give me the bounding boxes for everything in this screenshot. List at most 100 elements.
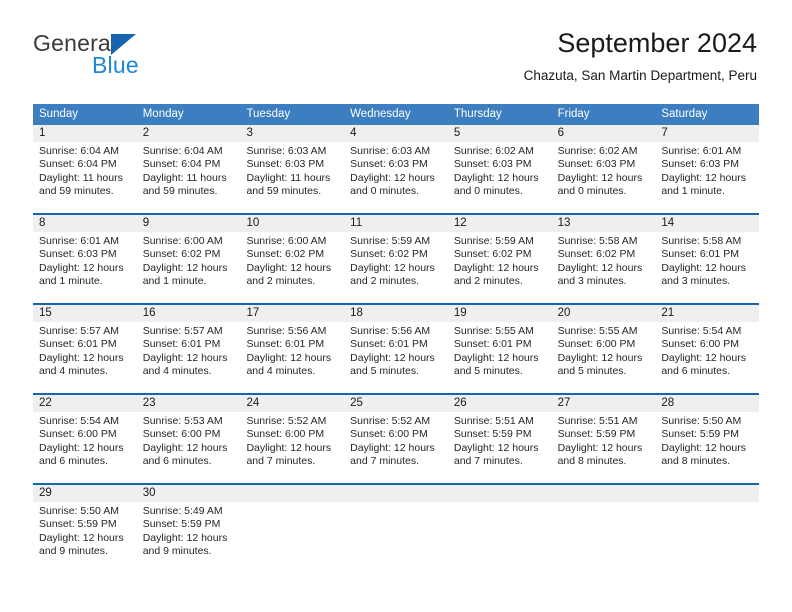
daylight-text-line1: Daylight: 12 hours — [142, 441, 228, 454]
daylight-text-line1: Daylight: 12 hours — [557, 261, 643, 274]
daylight-text-line1: Daylight: 12 hours — [453, 351, 539, 364]
day-info: Sunrise: 5:56 AM Sunset: 6:01 PM Dayligh… — [344, 322, 448, 378]
week-row: 29 Sunrise: 5:50 AM Sunset: 5:59 PM Dayl… — [33, 483, 760, 573]
daylight-text-line2: and 6 minutes. — [661, 364, 731, 377]
sunset-text: Sunset: 5:59 PM — [453, 428, 532, 441]
day-cell[interactable]: 17 Sunrise: 5:56 AM Sunset: 6:01 PM Dayl… — [240, 305, 345, 393]
daylight-text-line2: and 59 minutes. — [142, 184, 218, 197]
day-number — [240, 485, 345, 502]
sunrise-text: Sunrise: 5:52 AM — [350, 415, 431, 427]
sunrise-text: Sunrise: 5:53 AM — [142, 415, 223, 427]
day-info: Sunrise: 5:56 AM Sunset: 6:01 PM Dayligh… — [240, 322, 344, 378]
day-cell[interactable]: 9 Sunrise: 6:00 AM Sunset: 6:02 PM Dayli… — [136, 215, 241, 303]
day-cell[interactable]: 19 Sunrise: 5:55 AM Sunset: 6:01 PM Dayl… — [447, 305, 552, 393]
daylight-text-line1: Daylight: 12 hours — [661, 261, 746, 274]
daylight-text-line2: and 59 minutes. — [246, 184, 322, 197]
day-cell[interactable]: 1 Sunrise: 6:04 AM Sunset: 6:04 PM Dayli… — [33, 125, 137, 213]
daylight-text-line2: and 9 minutes. — [142, 544, 212, 557]
day-cell[interactable]: 23 Sunrise: 5:53 AM Sunset: 6:00 PM Dayl… — [136, 395, 241, 483]
day-number: 21 — [655, 305, 760, 322]
daylight-text-line2: and 7 minutes. — [246, 454, 316, 467]
daylight-text-line2: and 2 minutes. — [246, 274, 316, 287]
day-cell[interactable]: 24 Sunrise: 5:52 AM Sunset: 6:00 PM Dayl… — [240, 395, 345, 483]
day-cell[interactable]: 10 Sunrise: 6:00 AM Sunset: 6:02 PM Dayl… — [240, 215, 345, 303]
day-cell[interactable]: 18 Sunrise: 5:56 AM Sunset: 6:01 PM Dayl… — [344, 305, 448, 393]
day-cell-empty — [551, 485, 656, 573]
daylight-text-line1: Daylight: 12 hours — [557, 171, 643, 184]
day-number: 3 — [240, 125, 345, 142]
day-number: 17 — [240, 305, 345, 322]
daylight-text-line2: and 1 minute. — [142, 274, 207, 287]
day-cell[interactable]: 3 Sunrise: 6:03 AM Sunset: 6:03 PM Dayli… — [240, 125, 345, 213]
day-cell[interactable]: 4 Sunrise: 6:03 AM Sunset: 6:03 PM Dayli… — [344, 125, 448, 213]
day-cell-empty — [655, 485, 760, 573]
day-cell[interactable]: 30 Sunrise: 5:49 AM Sunset: 5:59 PM Dayl… — [136, 485, 241, 573]
sunrise-text: Sunrise: 5:58 AM — [661, 235, 742, 247]
sunrise-text: Sunrise: 6:04 AM — [142, 145, 223, 157]
day-info: Sunrise: 6:02 AM Sunset: 6:03 PM Dayligh… — [448, 142, 552, 198]
daylight-text-line2: and 0 minutes. — [350, 184, 420, 197]
day-cell[interactable]: 7 Sunrise: 6:01 AM Sunset: 6:03 PM Dayli… — [655, 125, 760, 213]
day-number: 11 — [344, 215, 448, 232]
week-row: 22 Sunrise: 5:54 AM Sunset: 6:00 PM Dayl… — [33, 393, 760, 483]
daylight-text-line1: Daylight: 12 hours — [39, 261, 124, 274]
weekday-header-sunday: Sunday — [39, 108, 79, 120]
day-info: Sunrise: 5:55 AM Sunset: 6:01 PM Dayligh… — [448, 322, 552, 378]
daylight-text-line2: and 6 minutes. — [39, 454, 108, 467]
sunset-text: Sunset: 6:01 PM — [39, 338, 117, 351]
sunset-text: Sunset: 5:59 PM — [39, 518, 117, 531]
daylight-text-line1: Daylight: 12 hours — [350, 261, 435, 274]
day-cell[interactable]: 15 Sunrise: 5:57 AM Sunset: 6:01 PM Dayl… — [33, 305, 137, 393]
day-cell[interactable]: 16 Sunrise: 5:57 AM Sunset: 6:01 PM Dayl… — [136, 305, 241, 393]
sunrise-text: Sunrise: 5:52 AM — [246, 415, 327, 427]
calendar-page: General Blue September 2024 Chazuta, San… — [0, 0, 792, 612]
day-number: 2 — [136, 125, 241, 142]
sunset-text: Sunset: 6:01 PM — [246, 338, 325, 351]
day-info: Sunrise: 6:04 AM Sunset: 6:04 PM Dayligh… — [137, 142, 241, 198]
sunrise-text: Sunrise: 5:51 AM — [557, 415, 638, 427]
daylight-text-line1: Daylight: 11 hours — [246, 171, 331, 184]
day-cell[interactable]: 29 Sunrise: 5:50 AM Sunset: 5:59 PM Dayl… — [33, 485, 137, 573]
day-cell[interactable]: 5 Sunrise: 6:02 AM Sunset: 6:03 PM Dayli… — [447, 125, 552, 213]
day-cell[interactable]: 22 Sunrise: 5:54 AM Sunset: 6:00 PM Dayl… — [33, 395, 137, 483]
day-cell[interactable]: 11 Sunrise: 5:59 AM Sunset: 6:02 PM Dayl… — [344, 215, 448, 303]
week-row: 1 Sunrise: 6:04 AM Sunset: 6:04 PM Dayli… — [33, 125, 760, 213]
week-row: 15 Sunrise: 5:57 AM Sunset: 6:01 PM Dayl… — [33, 303, 760, 393]
daylight-text-line1: Daylight: 11 hours — [142, 171, 227, 184]
day-number: 7 — [655, 125, 760, 142]
brand-logo[interactable]: General Blue — [33, 32, 233, 84]
day-cell[interactable]: 14 Sunrise: 5:58 AM Sunset: 6:01 PM Dayl… — [655, 215, 760, 303]
day-cell[interactable]: 13 Sunrise: 5:58 AM Sunset: 6:02 PM Dayl… — [551, 215, 656, 303]
day-cell[interactable]: 28 Sunrise: 5:50 AM Sunset: 5:59 PM Dayl… — [655, 395, 760, 483]
daylight-text-line2: and 5 minutes. — [350, 364, 420, 377]
sunrise-text: Sunrise: 5:57 AM — [39, 325, 119, 337]
day-cell[interactable]: 20 Sunrise: 5:55 AM Sunset: 6:00 PM Dayl… — [551, 305, 656, 393]
sunrise-text: Sunrise: 6:00 AM — [246, 235, 327, 247]
day-cell[interactable]: 27 Sunrise: 5:51 AM Sunset: 5:59 PM Dayl… — [551, 395, 656, 483]
daylight-text-line2: and 4 minutes. — [142, 364, 212, 377]
sunset-text: Sunset: 6:02 PM — [246, 248, 325, 261]
daylight-text-line2: and 0 minutes. — [453, 184, 523, 197]
calendar-grid: Sunday Monday Tuesday Wednesday Thursday… — [33, 104, 760, 573]
weekday-header-monday: Monday — [142, 108, 184, 120]
day-cell[interactable]: 12 Sunrise: 5:59 AM Sunset: 6:02 PM Dayl… — [447, 215, 552, 303]
day-number: 28 — [655, 395, 760, 412]
day-info: Sunrise: 6:04 AM Sunset: 6:04 PM Dayligh… — [33, 142, 137, 198]
day-cell[interactable]: 26 Sunrise: 5:51 AM Sunset: 5:59 PM Dayl… — [447, 395, 552, 483]
day-cell[interactable]: 21 Sunrise: 5:54 AM Sunset: 6:00 PM Dayl… — [655, 305, 760, 393]
day-info: Sunrise: 5:51 AM Sunset: 5:59 PM Dayligh… — [552, 412, 656, 468]
sunrise-text: Sunrise: 5:56 AM — [350, 325, 431, 337]
day-cell[interactable]: 6 Sunrise: 6:02 AM Sunset: 6:03 PM Dayli… — [551, 125, 656, 213]
day-number — [344, 485, 448, 502]
sunrise-text: Sunrise: 6:02 AM — [453, 145, 534, 157]
day-cell[interactable]: 25 Sunrise: 5:52 AM Sunset: 6:00 PM Dayl… — [344, 395, 448, 483]
sunset-text: Sunset: 6:03 PM — [557, 158, 636, 171]
day-cell[interactable]: 2 Sunrise: 6:04 AM Sunset: 6:04 PM Dayli… — [136, 125, 241, 213]
daylight-text-line2: and 4 minutes. — [246, 364, 316, 377]
day-info: Sunrise: 5:49 AM Sunset: 5:59 PM Dayligh… — [137, 502, 241, 558]
day-info: Sunrise: 5:54 AM Sunset: 6:00 PM Dayligh… — [655, 322, 759, 378]
day-cell[interactable]: 8 Sunrise: 6:01 AM Sunset: 6:03 PM Dayli… — [33, 215, 137, 303]
day-info: Sunrise: 5:55 AM Sunset: 6:00 PM Dayligh… — [552, 322, 656, 378]
day-info: Sunrise: 6:02 AM Sunset: 6:03 PM Dayligh… — [552, 142, 656, 198]
sunset-text: Sunset: 6:01 PM — [350, 338, 428, 351]
